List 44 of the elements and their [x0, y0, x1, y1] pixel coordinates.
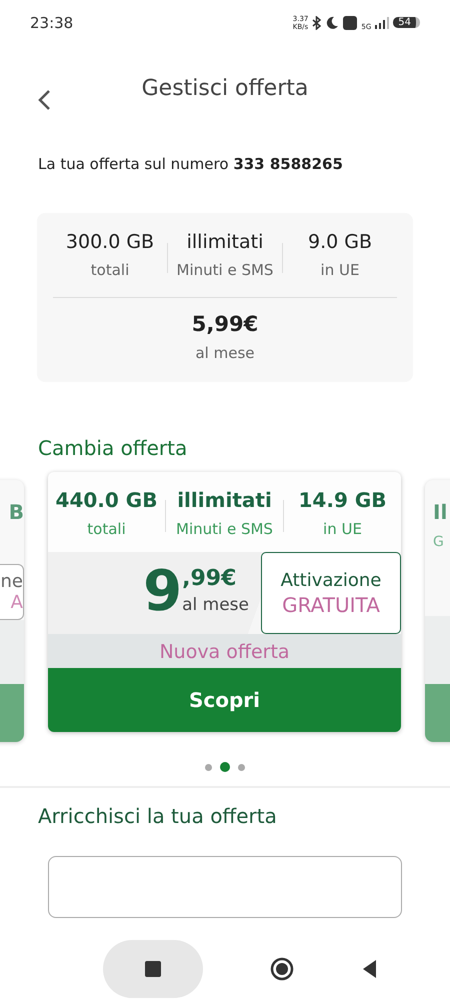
offer-number-text: La tua offerta sul numero 333 8588265 — [38, 155, 344, 173]
stat-value: 14.9 GB — [298, 488, 386, 512]
stat-label: totali — [90, 261, 130, 279]
stat-label: Minuti e SMS — [176, 520, 273, 538]
price-period: al mese — [195, 344, 254, 362]
page-dot[interactable] — [205, 764, 212, 770]
plan-price: 5,99€ — [192, 312, 258, 336]
free-label: GRATUITA — [282, 592, 380, 616]
stat-label: in UE — [323, 520, 362, 538]
activation-label: Attivazione — [280, 570, 382, 590]
offer-card[interactable]: B ne A — [0, 480, 24, 742]
stat-label: Minuti e SMS — [176, 261, 274, 279]
bluetooth-icon — [312, 16, 322, 30]
stat-label: in UE — [320, 261, 360, 279]
page-dot[interactable] — [220, 762, 230, 772]
square-icon — [145, 961, 162, 977]
status-time: 23:38 — [30, 14, 74, 32]
price-decimals: ,99€ — [182, 566, 238, 591]
stat-value: illimitati — [186, 231, 264, 253]
new-offer-label: Nuova offerta — [48, 634, 401, 668]
stat-value: 300.0 GB — [66, 231, 154, 253]
card-text: G — [433, 534, 445, 550]
section-title: Arricchisci la tua offerta — [38, 804, 278, 828]
page-dot[interactable] — [238, 764, 245, 770]
card-text: Il — [433, 500, 448, 524]
page-title: Gestisci offerta — [142, 76, 308, 100]
battery-indicator: 54 — [393, 17, 420, 28]
stat-value: 9.0 GB — [308, 231, 372, 253]
stat-value: 440.0 GB — [56, 488, 158, 512]
signal-icon — [375, 16, 390, 28]
price-period: al mese — [182, 595, 249, 615]
stat-label: totali — [87, 520, 126, 538]
back-button[interactable] — [360, 959, 377, 979]
price-integer: 9 — [143, 564, 182, 620]
card-text: A — [10, 592, 23, 613]
moon-icon — [326, 16, 340, 29]
offer-card[interactable]: Il G — [425, 480, 450, 742]
card-text: ne — [0, 571, 23, 592]
back-icon[interactable] — [37, 89, 51, 111]
section-title: Cambia offerta — [38, 436, 188, 460]
card-text: B — [8, 500, 24, 524]
stat-value: illimitati — [177, 488, 272, 512]
home-button[interactable] — [270, 957, 294, 981]
discover-button[interactable]: Scopri — [48, 668, 401, 732]
